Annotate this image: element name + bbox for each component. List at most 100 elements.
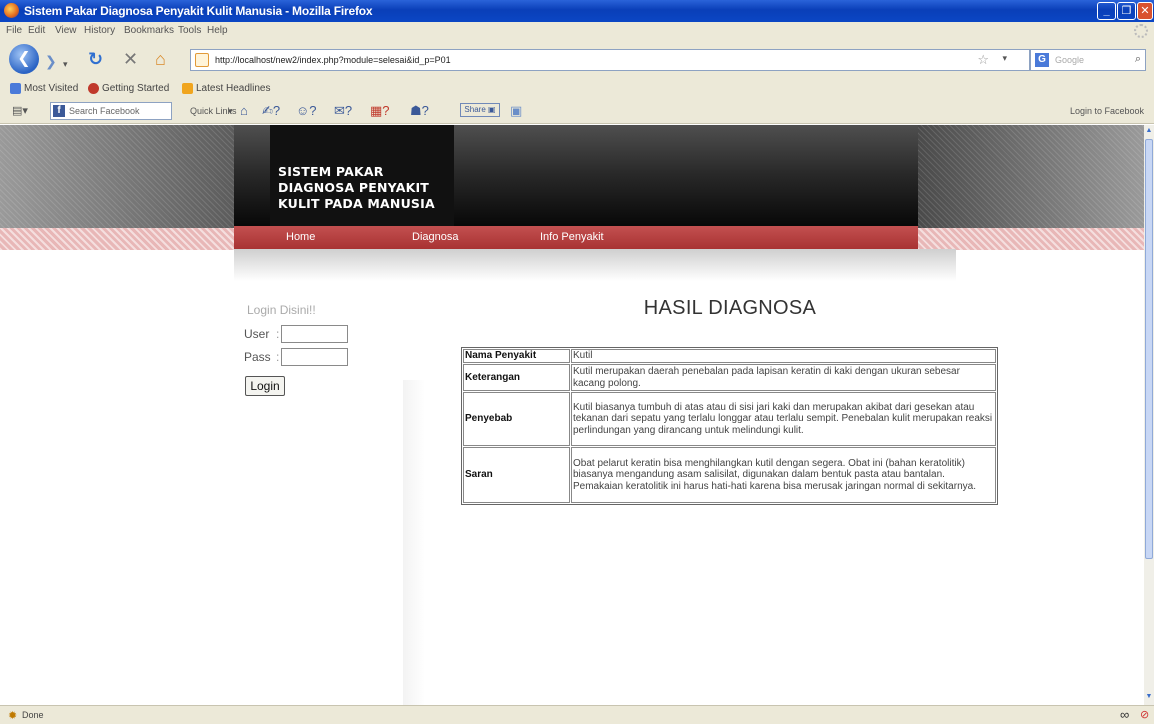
table-row: Saran Obat pelarut keratin bisa menghila… — [463, 447, 996, 503]
user-label: User — [244, 327, 270, 341]
header-right-pattern — [918, 125, 1144, 230]
status-text: Done — [22, 710, 44, 720]
share-button[interactable]: Share ▣ — [460, 103, 500, 117]
nav-info-penyakit[interactable]: Info Penyakit — [540, 231, 604, 243]
facebook-pokes-icon[interactable]: ✍? — [262, 103, 280, 119]
menu-tools[interactable]: Tools — [178, 25, 201, 36]
forward-icon[interactable]: ❯ — [45, 52, 57, 70]
bookmark-latest-headlines[interactable]: Latest Headlines — [196, 83, 271, 94]
facebook-icon: f — [53, 105, 65, 117]
table-row: Penyebab Kutil biasanya tumbuh di atas a… — [463, 392, 996, 446]
logo-line-3: KULIT PADA MANUSIA — [278, 196, 435, 211]
pass-label: Pass — [244, 350, 271, 364]
row-key: Keterangan — [463, 364, 570, 391]
pass-input[interactable] — [281, 348, 348, 366]
login-heading: Login Disini!! — [247, 303, 316, 317]
most-visited-icon — [10, 83, 21, 94]
row-value: Kutil merupakan daerah penebalan pada la… — [571, 364, 996, 391]
facebook-search-placeholder: Search Facebook — [69, 106, 140, 116]
login-to-facebook-link[interactable]: Login to Facebook — [1070, 106, 1144, 116]
home-icon[interactable]: ⌂ — [155, 50, 166, 68]
logo-line-2: DIAGNOSA PENYAKIT — [278, 180, 430, 195]
firefox-logo-icon — [4, 3, 19, 18]
page-scrollbar[interactable]: ▲ ▼ — [1144, 125, 1154, 705]
addon-block-icon[interactable]: ⊘ — [1140, 708, 1149, 721]
maximize-button[interactable]: ❐ — [1117, 2, 1136, 20]
scroll-down-icon[interactable]: ▼ — [1145, 693, 1153, 703]
window-title: Sistem Pakar Diagnosa Penyakit Kulit Man… — [24, 4, 373, 18]
site-logo: SISTEM PAKAR DIAGNOSA PENYAKIT KULIT PAD… — [270, 125, 454, 230]
facebook-events-icon[interactable]: ▦? — [370, 103, 390, 119]
minimize-button[interactable]: _ — [1097, 2, 1116, 20]
menu-edit[interactable]: Edit — [28, 25, 45, 36]
navigation-toolbar: ❮ ❯ ▾ ↻ ✕ ⌂ http://localhost/new2/index.… — [0, 40, 1154, 80]
facebook-search-input[interactable]: f Search Facebook — [50, 102, 172, 120]
search-icon[interactable]: ⌕ — [1135, 53, 1141, 66]
facebook-sidebar-icon[interactable]: ▣ — [510, 103, 522, 119]
nav-right-pattern — [918, 228, 1144, 250]
menu-bar: File Edit View History Bookmarks Tools H… — [0, 22, 1154, 40]
menu-history[interactable]: History — [84, 25, 115, 36]
menu-help[interactable]: Help — [207, 25, 228, 36]
url-bar[interactable]: http://localhost/new2/index.php?module=s… — [190, 49, 1030, 71]
table-row: Nama Penyakit Kutil — [463, 349, 996, 363]
scrollbar-thumb[interactable] — [1145, 139, 1153, 559]
bookmarks-toolbar: Most Visited Getting Started Latest Head… — [0, 80, 1154, 98]
stop-icon[interactable]: ✕ — [123, 50, 138, 68]
row-key: Nama Penyakit — [463, 349, 570, 363]
pass-separator: : — [276, 350, 280, 364]
url-dropdown-icon[interactable]: ▾ — [1002, 53, 1007, 64]
bookmark-most-visited[interactable]: Most Visited — [24, 83, 78, 94]
facebook-friends-requests-icon[interactable]: ☺? — [296, 103, 317, 118]
quick-links-arrow-icon[interactable]: ▾ — [228, 106, 233, 117]
facebook-home-icon[interactable]: ⌂ — [240, 103, 248, 118]
diagnosis-result-table: Nama Penyakit Kutil Keterangan Kutil mer… — [461, 347, 998, 505]
share-label: Share — [464, 105, 486, 114]
back-button[interactable]: ❮ — [9, 44, 39, 74]
rss-feed-icon — [182, 83, 193, 94]
row-value: Kutil biasanya tumbuh di atas atau di si… — [571, 392, 996, 446]
row-value: Obat pelarut keratin bisa menghilangkan … — [571, 447, 996, 503]
nav-left-pattern — [0, 228, 234, 250]
header-left-pattern — [0, 125, 234, 230]
web-page-content: SISTEM PAKAR DIAGNOSA PENYAKIT KULIT PAD… — [0, 125, 1144, 705]
loading-throbber-icon — [1134, 24, 1148, 38]
row-key: Saran — [463, 447, 570, 503]
table-row: Keterangan Kutil merupakan daerah peneba… — [463, 364, 996, 391]
nav-home[interactable]: Home — [286, 231, 315, 243]
search-bar[interactable]: G Google ⌕ — [1030, 49, 1146, 71]
status-bar: ✹ Done ∞ ⊘ — [0, 705, 1154, 724]
menu-view[interactable]: View — [55, 25, 77, 36]
nav-shadow — [234, 249, 956, 281]
menu-file[interactable]: File — [6, 25, 22, 36]
addon-infinity-icon[interactable]: ∞ — [1120, 707, 1129, 722]
google-engine-icon[interactable]: G — [1035, 53, 1049, 67]
site-nav-menu: Home Diagnosa Info Penyakit — [234, 226, 918, 249]
close-button[interactable]: ✕ — [1137, 2, 1153, 20]
nav-diagnosa[interactable]: Diagnosa — [412, 231, 458, 243]
menu-bookmarks[interactable]: Bookmarks — [124, 25, 174, 36]
facebook-messages-icon[interactable]: ✉? — [334, 103, 352, 119]
facebook-groups-icon[interactable]: ☗? — [410, 103, 429, 119]
url-text[interactable]: http://localhost/new2/index.php?module=s… — [215, 55, 451, 65]
window-titlebar: Sistem Pakar Diagnosa Penyakit Kulit Man… — [0, 0, 1154, 22]
result-title: HASIL DIAGNOSA — [643, 297, 817, 319]
user-input[interactable] — [281, 325, 348, 343]
site-favicon-icon — [195, 53, 209, 67]
bookmark-getting-started[interactable]: Getting Started — [102, 83, 169, 94]
logo-line-1: SISTEM PAKAR — [278, 164, 384, 179]
site-banner: SISTEM PAKAR DIAGNOSA PENYAKIT KULIT PAD… — [234, 125, 918, 230]
getting-started-icon — [88, 83, 99, 94]
facebook-toolbar: ▤▾ f Search Facebook Quick Links ▾ ⌂ ✍? … — [0, 98, 1154, 124]
toolbar-menu-icon[interactable]: ▤▾ — [12, 104, 28, 117]
search-placeholder: Google — [1055, 55, 1085, 65]
status-icon: ✹ — [8, 710, 18, 722]
row-key: Penyebab — [463, 392, 570, 446]
login-button[interactable]: Login — [245, 376, 285, 396]
reload-icon[interactable]: ↻ — [88, 50, 103, 68]
bookmark-star-icon[interactable]: ☆ — [977, 52, 989, 68]
scroll-up-icon[interactable]: ▲ — [1145, 127, 1153, 137]
row-value: Kutil — [571, 349, 996, 363]
history-dropdown-icon[interactable]: ▾ — [63, 55, 68, 73]
user-separator: : — [276, 327, 280, 341]
